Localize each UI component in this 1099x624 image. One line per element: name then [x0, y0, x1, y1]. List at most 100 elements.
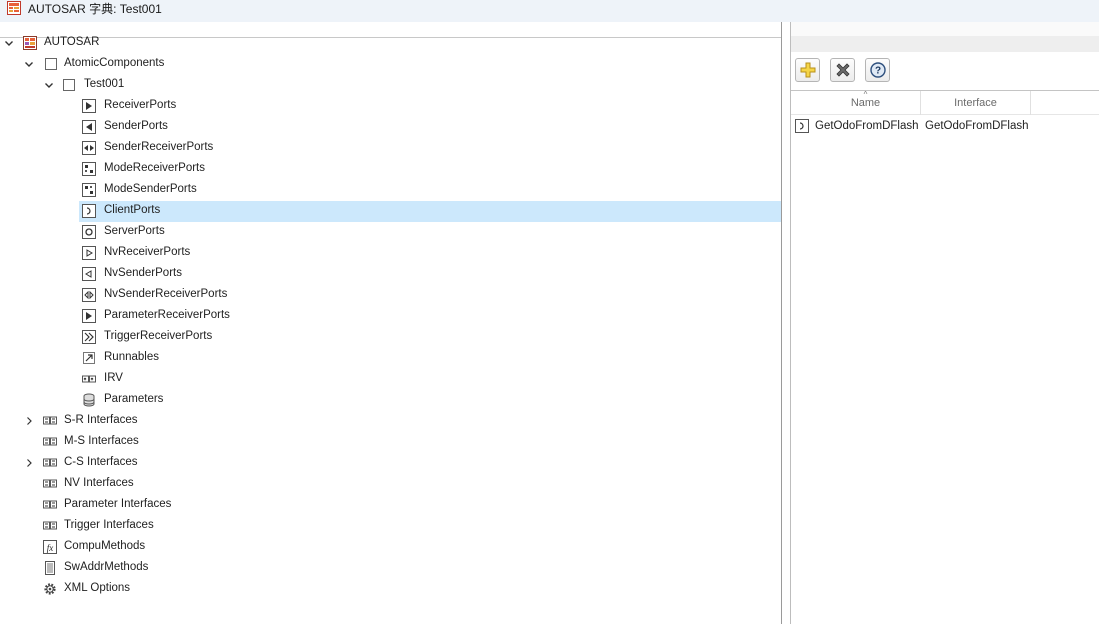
tree-item-c-s-interfaces[interactable]: C-S Interfaces — [0, 453, 781, 474]
tree-item-autosar[interactable]: AUTOSAR — [0, 33, 781, 54]
mode-receiver-port-icon — [82, 162, 96, 176]
chevron-down-icon[interactable] — [43, 79, 55, 91]
svg-text:?: ? — [874, 66, 880, 77]
tree-item-triggerreceiverports[interactable]: TriggerReceiverPorts — [0, 327, 781, 348]
tree-item-label: ParameterReceiverPorts — [104, 309, 230, 321]
tree-item-label: AUTOSAR — [44, 36, 100, 48]
ports-table: ^ Name Interface GetOdoFromDFlash GetOdo… — [791, 90, 1099, 624]
window-title: AUTOSAR 字典: Test001 — [28, 1, 162, 16]
client-port-icon — [795, 119, 809, 133]
gear-icon — [43, 582, 57, 596]
tree-item-label: ModeReceiverPorts — [104, 162, 205, 174]
add-icon — [800, 62, 815, 78]
chevron-right-icon[interactable] — [23, 415, 35, 427]
tree-item-label: SwAddrMethods — [64, 561, 149, 573]
chevron-down-icon[interactable] — [23, 58, 35, 70]
tree-item-label: Parameters — [104, 393, 164, 405]
tree-item-nv-interfaces[interactable]: NV Interfaces — [0, 474, 781, 495]
delete-button[interactable] — [830, 58, 855, 82]
column-header-interface[interactable]: Interface — [921, 91, 1031, 115]
tree-panel: AUTOSAR AtomicComponents Test001 ReceiverPo… — [0, 22, 781, 624]
chevron-right-icon[interactable] — [23, 457, 35, 469]
column-header-name[interactable]: ^ Name — [811, 90, 921, 115]
tree-item-modesenderports[interactable]: ModeSenderPorts — [0, 180, 781, 201]
tree-item-label: ServerPorts — [104, 225, 165, 237]
help-icon: ? — [869, 62, 886, 78]
tree-item-label: NvSenderPorts — [104, 267, 182, 279]
receiver-port-icon — [82, 99, 96, 113]
tree-item-senderports[interactable]: SenderPorts — [0, 117, 781, 138]
tree-item-label: Test001 — [84, 78, 125, 90]
panel-splitter[interactable] — [781, 22, 791, 624]
tree-item-label: Trigger Interfaces — [64, 519, 154, 531]
tree-item-label: AtomicComponents — [64, 57, 165, 69]
tree-item-label: IRV — [104, 372, 123, 384]
tree-item-label: ClientPorts — [104, 204, 161, 216]
mode-sender-port-icon — [82, 183, 96, 197]
tree-item-nvsenderreceiverports[interactable]: NvSenderReceiverPorts — [0, 285, 781, 306]
interface-icon — [43, 435, 57, 449]
row-interface-cell[interactable]: GetOdoFromDFlash — [925, 120, 1029, 132]
autosar-app-icon — [7, 1, 21, 15]
chevron-down-icon[interactable] — [3, 37, 15, 49]
tree-item-atomiccomponents[interactable]: AtomicComponents — [0, 54, 781, 75]
interface-icon — [43, 456, 57, 470]
tree-item-label: NV Interfaces — [64, 477, 134, 489]
tree-item-label: M-S Interfaces — [64, 435, 139, 447]
table-header: ^ Name Interface — [791, 90, 1099, 115]
tree-item-label: NvReceiverPorts — [104, 246, 191, 258]
interface-icon — [43, 414, 57, 428]
row-name-cell[interactable]: GetOdoFromDFlash — [815, 120, 919, 132]
tree-item-parameter-interfaces[interactable]: Parameter Interfaces — [0, 495, 781, 516]
parameter-receiver-port-icon — [82, 309, 96, 323]
sw-addr-method-icon — [43, 561, 57, 575]
tree-item-clientports[interactable]: ClientPorts — [79, 201, 781, 222]
tree-item-label: Parameter Interfaces — [64, 498, 172, 510]
nv-receiver-port-icon — [82, 246, 96, 260]
sender-receiver-port-icon — [82, 141, 96, 155]
table-row[interactable]: GetOdoFromDFlash GetOdoFromDFlash — [791, 116, 1099, 136]
tree-item-label: XML Options — [64, 582, 131, 594]
tree-item-nvreceiverports[interactable]: NvReceiverPorts — [0, 243, 781, 264]
tree-item-label: C-S Interfaces — [64, 456, 138, 468]
nv-sender-receiver-port-icon — [82, 288, 96, 302]
sender-port-icon — [82, 120, 96, 134]
details-panel: ? ^ Name Interface GetOdoFromDFlash GetO… — [791, 22, 1099, 624]
tree-item-label: NvSenderReceiverPorts — [104, 288, 228, 300]
tree-item-swaddrmethods[interactable]: SwAddrMethods — [0, 558, 781, 579]
nv-sender-port-icon — [82, 267, 96, 281]
compu-method-icon: fx — [43, 540, 57, 554]
tree-item-runnables[interactable]: Runnables — [0, 348, 781, 369]
tree-item-xml-options[interactable]: XML Options — [0, 579, 781, 600]
tree-item-parameters[interactable]: Parameters — [0, 390, 781, 411]
interface-icon — [43, 519, 57, 533]
tree-item-receiverports[interactable]: ReceiverPorts — [0, 96, 781, 117]
client-port-icon — [82, 204, 96, 218]
tree-item-nvsenderports[interactable]: NvSenderPorts — [0, 264, 781, 285]
tree-item-senderreceiverports[interactable]: SenderReceiverPorts — [0, 138, 781, 159]
svg-text:fx: fx — [47, 543, 54, 553]
tree-item-parameterreceiverports[interactable]: ParameterReceiverPorts — [0, 306, 781, 327]
help-button[interactable]: ? — [865, 58, 890, 82]
atomic-component-icon — [44, 57, 58, 71]
server-port-icon — [82, 225, 96, 239]
tree-item-serverports[interactable]: ServerPorts — [0, 222, 781, 243]
tree-item-irv[interactable]: IRV — [0, 369, 781, 390]
tree-item-compumethods[interactable]: fx CompuMethods — [0, 537, 781, 558]
delete-icon — [835, 63, 850, 77]
trigger-receiver-port-icon — [82, 330, 96, 344]
tree-item-label: CompuMethods — [64, 540, 146, 552]
tree-item-label: SenderPorts — [104, 120, 168, 132]
tree-item-label: ReceiverPorts — [104, 99, 177, 111]
tree-item-test001[interactable]: Test001 — [0, 75, 781, 96]
tree-item-m-s-interfaces[interactable]: M-S Interfaces — [0, 432, 781, 453]
tree-item-trigger-interfaces[interactable]: Trigger Interfaces — [0, 516, 781, 537]
tree-item-modereceiverports[interactable]: ModeReceiverPorts — [0, 159, 781, 180]
add-button[interactable] — [795, 58, 820, 82]
autosar-root-icon — [23, 36, 37, 50]
sort-ascending-icon: ^ — [863, 90, 868, 99]
tree-item-label: Runnables — [104, 351, 159, 363]
tree-item-s-r-interfaces[interactable]: S-R Interfaces — [0, 411, 781, 432]
toolbar: ? — [795, 58, 890, 82]
interface-icon — [43, 477, 57, 491]
